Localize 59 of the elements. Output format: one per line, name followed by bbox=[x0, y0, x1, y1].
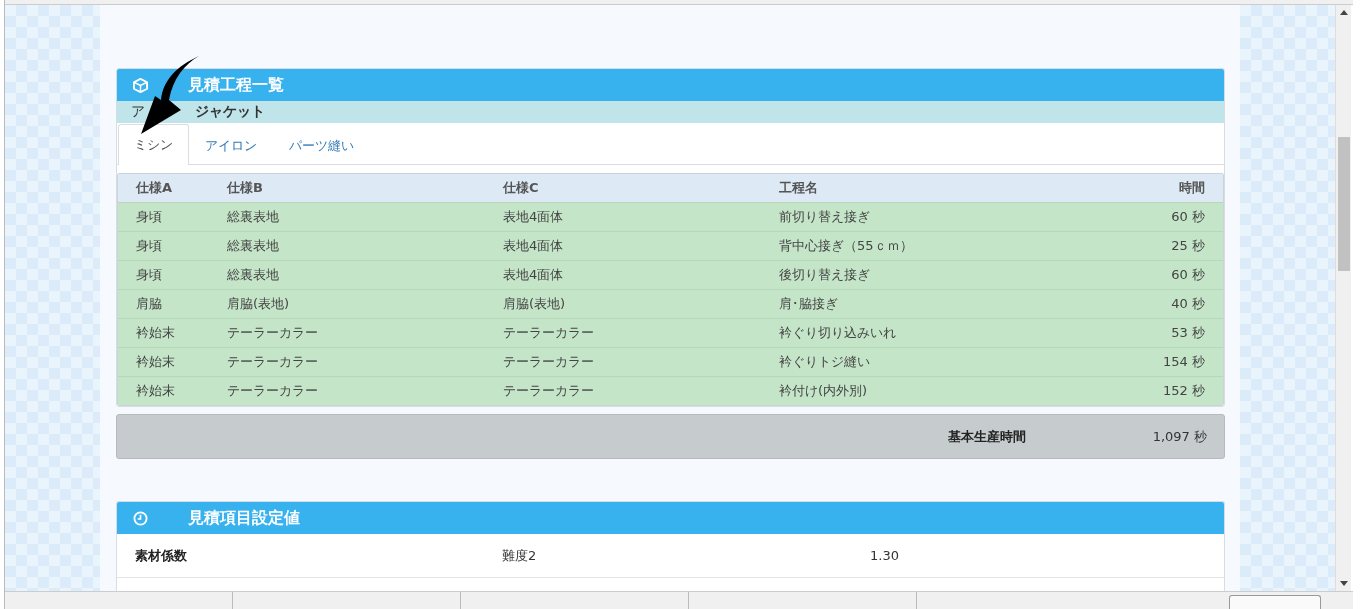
table-cell-text: 総裏表地 bbox=[227, 266, 280, 284]
table-cell-text: 60 秒 bbox=[1170, 266, 1205, 284]
setting-value: 1.30 bbox=[870, 548, 900, 563]
table-cell-text: 肩脇(表地) bbox=[227, 295, 291, 313]
table-cell-text: 表地4面体 bbox=[503, 237, 565, 255]
table-cell-text: 60 秒 bbox=[1170, 208, 1205, 226]
table-cell-text: 表地4面体 bbox=[503, 266, 565, 284]
table-cell-text: 表地4面体 bbox=[503, 208, 565, 226]
table-cell-text: 身頃 bbox=[136, 237, 163, 255]
table-cell-text: 後切り替え接ぎ bbox=[779, 266, 871, 284]
table-cell-text: 衿始末 bbox=[136, 353, 176, 371]
table-cell-text: 154 秒 bbox=[1162, 353, 1205, 371]
table-cell-text: 身頃 bbox=[136, 208, 163, 226]
item-value: ジャケット bbox=[195, 103, 265, 121]
setting-label: 素材係数 bbox=[135, 546, 188, 565]
table-cell-text: テーラーカラー bbox=[503, 382, 595, 400]
table-cell-text: 背中心接ぎ（55ｃｍ） bbox=[779, 237, 914, 255]
table-cell-text: 衿ぐりトジ縫い bbox=[779, 353, 871, 371]
table-cell-text: 152 秒 bbox=[1162, 382, 1205, 400]
column-header: 仕様C bbox=[503, 179, 540, 197]
table-cell-text: 身頃 bbox=[136, 266, 163, 284]
table-cell-text: 肩脇(表地) bbox=[503, 295, 567, 313]
table-cell-text: 肩脇 bbox=[136, 295, 163, 313]
item-label: ア bbox=[131, 103, 145, 121]
table-cell-text: テーラーカラー bbox=[503, 324, 595, 342]
scrollbar-thumb[interactable] bbox=[1337, 137, 1350, 271]
table-cell-text: 衿始末 bbox=[136, 382, 176, 400]
total-label: 基本生産時間 bbox=[947, 427, 1027, 446]
panel-title: 見積項目設定値 bbox=[188, 507, 300, 529]
scroll-up-icon[interactable] bbox=[1339, 10, 1348, 15]
table-cell-text: 衿付け(内外別) bbox=[779, 382, 869, 400]
toolbar-button[interactable] bbox=[1229, 595, 1321, 609]
scroll-down-icon[interactable] bbox=[1339, 581, 1348, 586]
table-cell-text: テーラーカラー bbox=[503, 353, 595, 371]
table-cell-text: 53 秒 bbox=[1170, 324, 1205, 342]
panel-title: 見積工程一覧 bbox=[188, 74, 284, 96]
tab[interactable]: パーツ縫い bbox=[273, 125, 370, 165]
table-cell-text: 肩･脇接ぎ bbox=[779, 295, 839, 313]
scrollbar[interactable] bbox=[1335, 5, 1351, 591]
tab[interactable]: アイロン bbox=[189, 125, 273, 165]
clock-icon bbox=[133, 510, 148, 526]
column-header: 工程名 bbox=[779, 179, 819, 197]
column-header: 仕様A bbox=[136, 179, 174, 197]
setting-value: 難度2 bbox=[502, 546, 538, 565]
table-cell-text: 25 秒 bbox=[1170, 237, 1205, 255]
table-cell-text: テーラーカラー bbox=[227, 353, 319, 371]
table-cell-text: 40 秒 bbox=[1170, 295, 1205, 313]
table-cell-text: 衿始末 bbox=[136, 324, 176, 342]
table-cell-text: 前切り替え接ぎ bbox=[779, 208, 871, 226]
table-cell-text: テーラーカラー bbox=[227, 324, 319, 342]
cube-icon bbox=[133, 77, 148, 93]
tab[interactable]: ミシン bbox=[118, 124, 189, 165]
total-value: 1,097 秒 bbox=[1152, 427, 1207, 446]
table-cell-text: テーラーカラー bbox=[227, 382, 319, 400]
table-cell-text: 衿ぐり切り込みいれ bbox=[779, 324, 897, 342]
table-cell-text: 総裏表地 bbox=[227, 208, 280, 226]
table-cell-text: 総裏表地 bbox=[227, 237, 280, 255]
column-header: 時間 bbox=[1178, 179, 1205, 197]
column-header: 仕様B bbox=[227, 179, 264, 197]
